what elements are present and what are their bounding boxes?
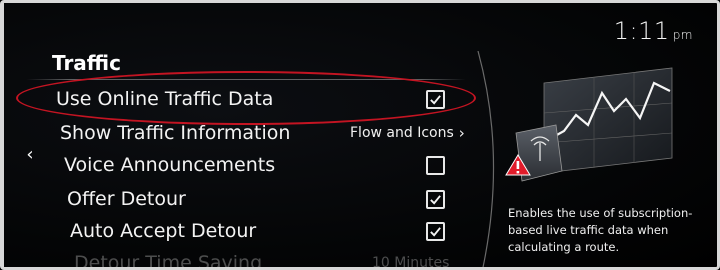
chevron-right-icon: ›: [458, 124, 465, 142]
offer-detour-checkbox[interactable]: [426, 189, 445, 209]
screen-frame: 1:11 pm Traffic ‹ Use Online Traffic Data…: [0, 0, 720, 270]
detour-time-saving-value: 10 Minutes: [372, 255, 450, 270]
traffic-chart-with-warning-icon: [505, 67, 673, 182]
setting-label: Auto Accept Detour: [70, 220, 257, 242]
status-clock: 1:11 pm: [614, 17, 693, 45]
setting-label: Voice Announcements: [64, 154, 276, 176]
setting-voice-announcements[interactable]: Voice Announcements: [64, 149, 464, 181]
show-traffic-information-value: Flow and Icons: [350, 125, 454, 141]
clock-ampm: pm: [672, 28, 693, 42]
setting-offer-detour[interactable]: Offer Detour: [67, 183, 467, 215]
clock-time: 1:11: [613, 17, 670, 45]
highlight-ring: [16, 71, 476, 125]
checkmark-icon: [430, 226, 441, 237]
help-description: Enables the use of subscription-based li…: [508, 206, 693, 254]
voice-announcements-checkbox[interactable]: [426, 155, 445, 175]
setting-detour-time-saving[interactable]: Detour Time Saving 10 Minutes: [74, 247, 474, 270]
back-arrow-icon[interactable]: ‹: [21, 143, 39, 167]
auto-accept-detour-checkbox[interactable]: [426, 221, 445, 241]
setting-label: Offer Detour: [67, 188, 186, 210]
setting-label: Show Traffic Information: [60, 122, 291, 144]
setting-auto-accept-detour[interactable]: Auto Accept Detour: [70, 215, 470, 247]
checkmark-icon: [430, 194, 441, 205]
page-title: Traffic: [52, 51, 121, 75]
setting-label: Detour Time Saving: [74, 252, 263, 270]
